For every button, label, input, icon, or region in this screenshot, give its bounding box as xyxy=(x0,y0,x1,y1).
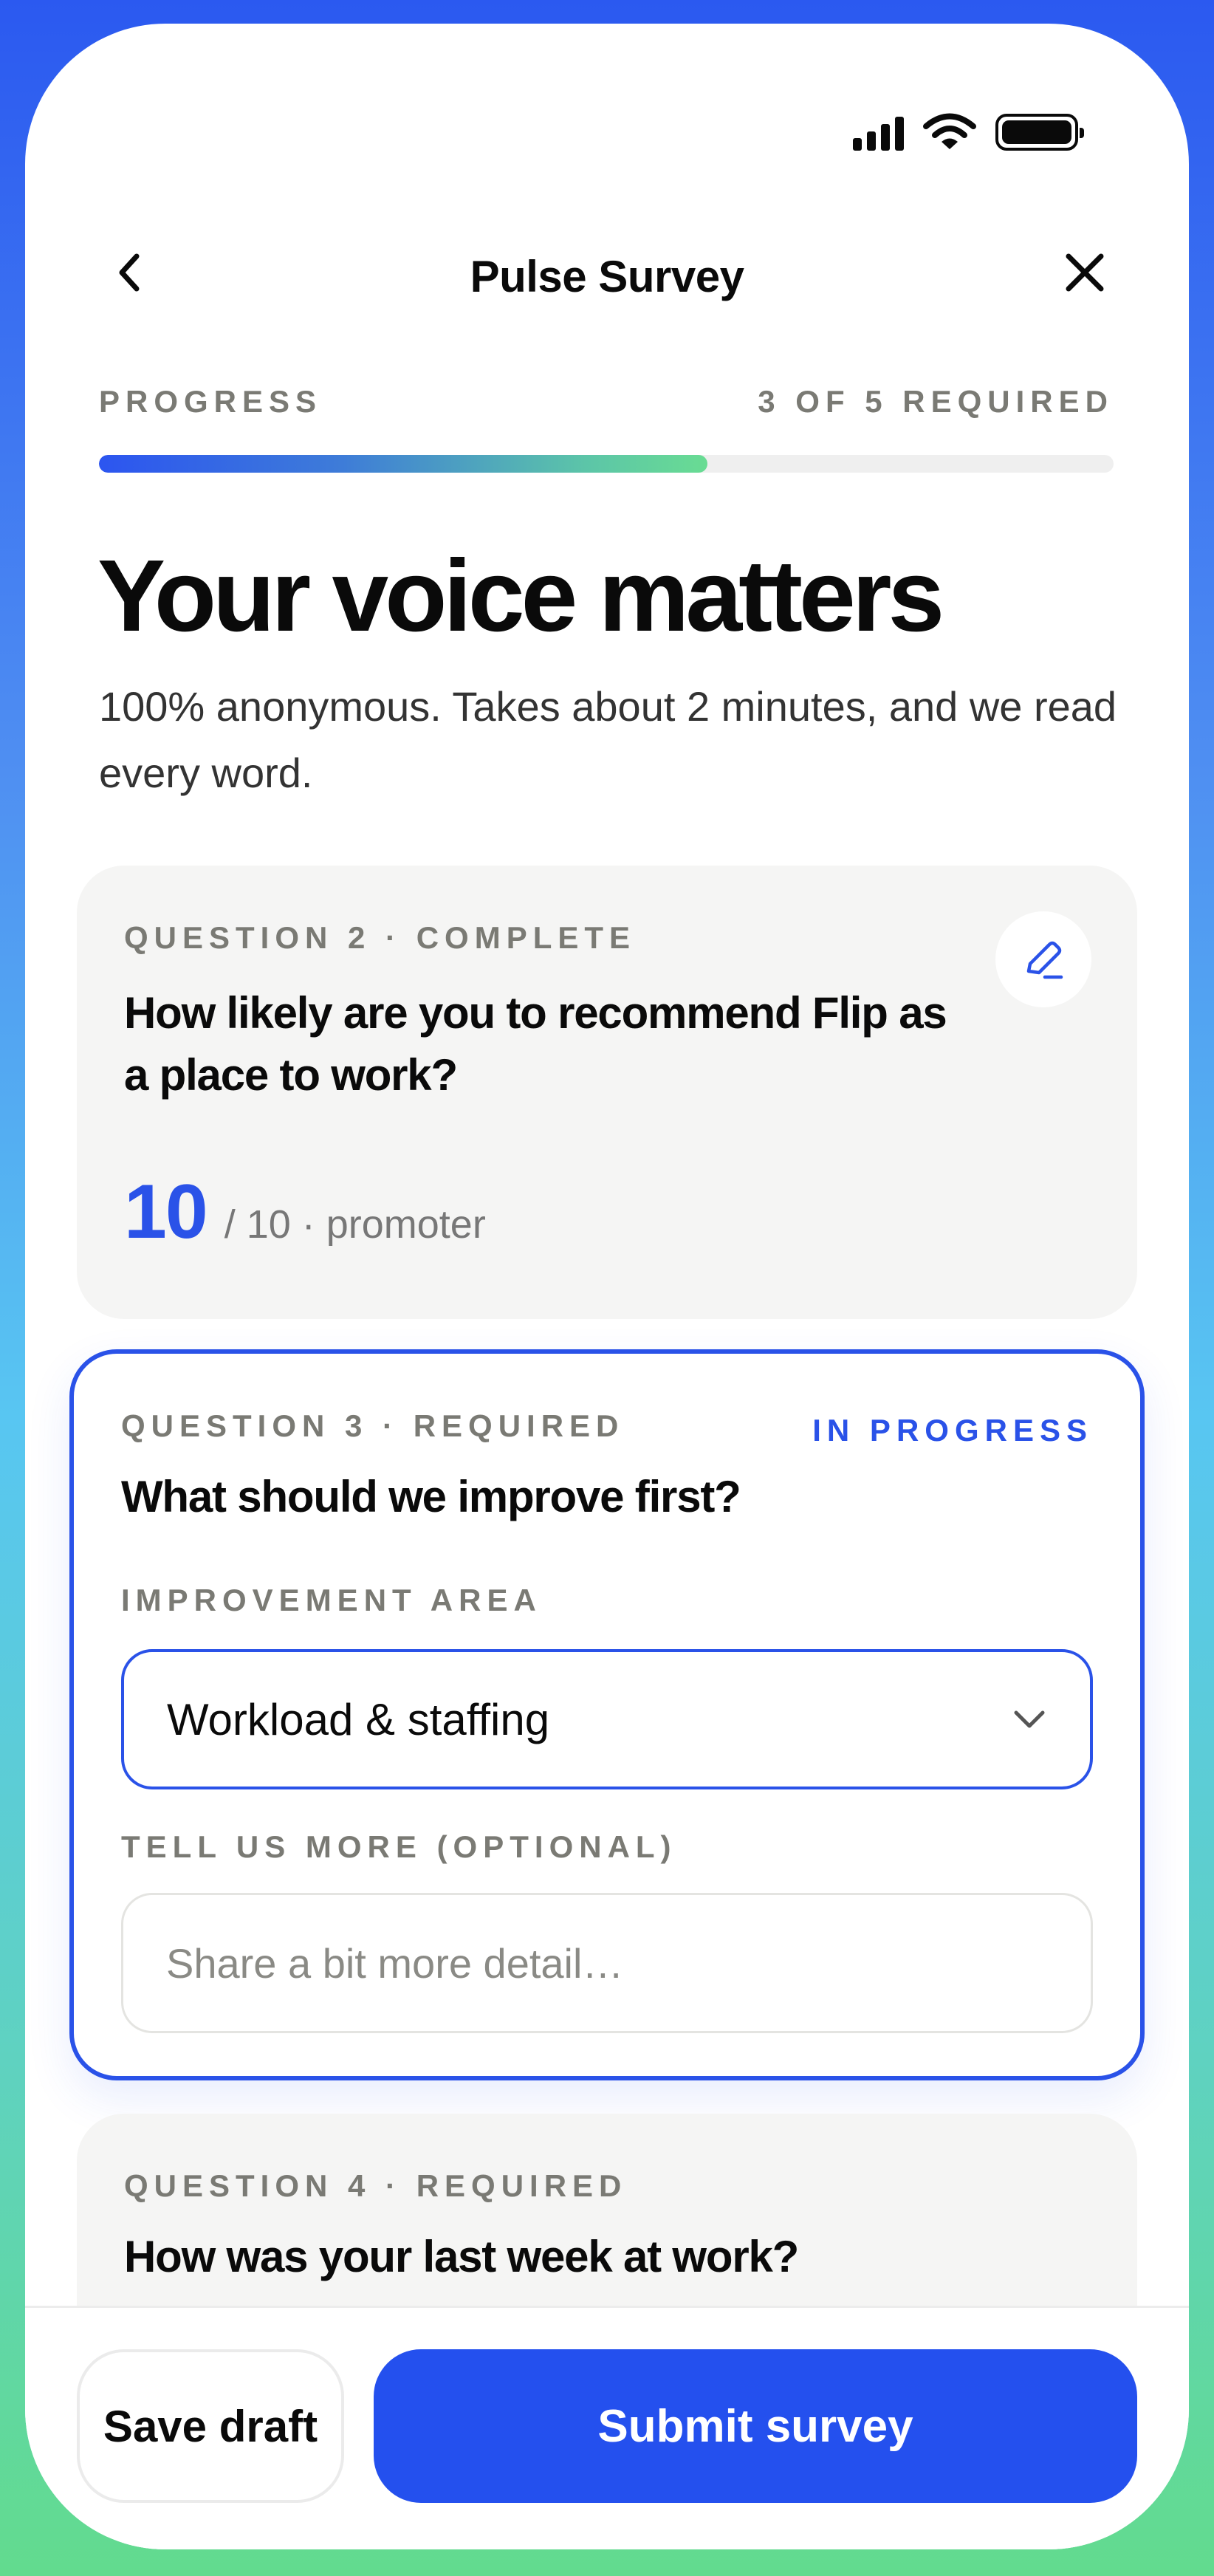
tell-more-label: TELL US MORE (OPTIONAL) xyxy=(121,1829,677,1864)
pencil-icon xyxy=(1026,941,1063,979)
phone-screen: Pulse Survey PROGRESS 3 OF 5 REQUIRED Yo… xyxy=(25,24,1189,2549)
chevron-down-icon xyxy=(1014,1710,1045,1728)
edit-answer-button[interactable] xyxy=(995,911,1091,1007)
signal-icon xyxy=(853,114,904,151)
battery-icon xyxy=(995,114,1084,151)
hero-title: Your voice matters xyxy=(97,539,944,653)
status-bar xyxy=(853,112,1084,152)
question-eyebrow: QUESTION 3 · REQUIRED xyxy=(121,1408,625,1443)
submit-survey-button[interactable]: Submit survey xyxy=(374,2349,1137,2503)
progress-label: PROGRESS xyxy=(99,384,323,419)
close-icon xyxy=(1066,253,1104,292)
score-suffix: / 10 · promoter xyxy=(224,1202,486,1247)
bottom-action-bar: Save draft Submit survey xyxy=(25,2306,1189,2549)
score-value: 10 xyxy=(124,1169,208,1255)
question-text: How was your last week at work? xyxy=(124,2232,799,2281)
question-card-active: QUESTION 3 · REQUIRED IN PROGRESS What s… xyxy=(69,1349,1145,2080)
question-eyebrow: QUESTION 4 · REQUIRED xyxy=(124,2168,628,2203)
status-badge: IN PROGRESS xyxy=(812,1413,1093,1448)
top-bar: Pulse Survey xyxy=(25,238,1189,304)
question-card-complete: QUESTION 2 · COMPLETE How likely are you… xyxy=(77,866,1137,1319)
hero-subtitle: 100% anonymous. Takes about 2 minutes, a… xyxy=(99,683,1117,796)
question-text: How likely are you to recommend Flip as … xyxy=(124,988,947,1100)
save-draft-button[interactable]: Save draft xyxy=(77,2349,344,2503)
progress-fill xyxy=(99,455,708,473)
progress-count: 3 OF 5 REQUIRED xyxy=(758,384,1114,419)
close-button[interactable] xyxy=(1059,247,1111,298)
score-summary: 10 / 10 · promoter xyxy=(124,1168,486,1256)
improvement-area-value: Workload & staffing xyxy=(167,1694,550,1744)
question-text: What should we improve first? xyxy=(121,1472,741,1521)
progress-header: PROGRESS 3 OF 5 REQUIRED xyxy=(99,384,1114,419)
wifi-icon xyxy=(923,113,976,149)
progress-bar xyxy=(99,455,1114,473)
question-eyebrow: QUESTION 2 · COMPLETE xyxy=(124,920,637,955)
improvement-area-label: IMPROVEMENT AREA xyxy=(121,1583,542,1617)
page-title: Pulse Survey xyxy=(470,252,744,301)
tell-more-input[interactable] xyxy=(121,1893,1093,2033)
improvement-area-select[interactable]: Workload & staffing xyxy=(121,1649,1093,1789)
